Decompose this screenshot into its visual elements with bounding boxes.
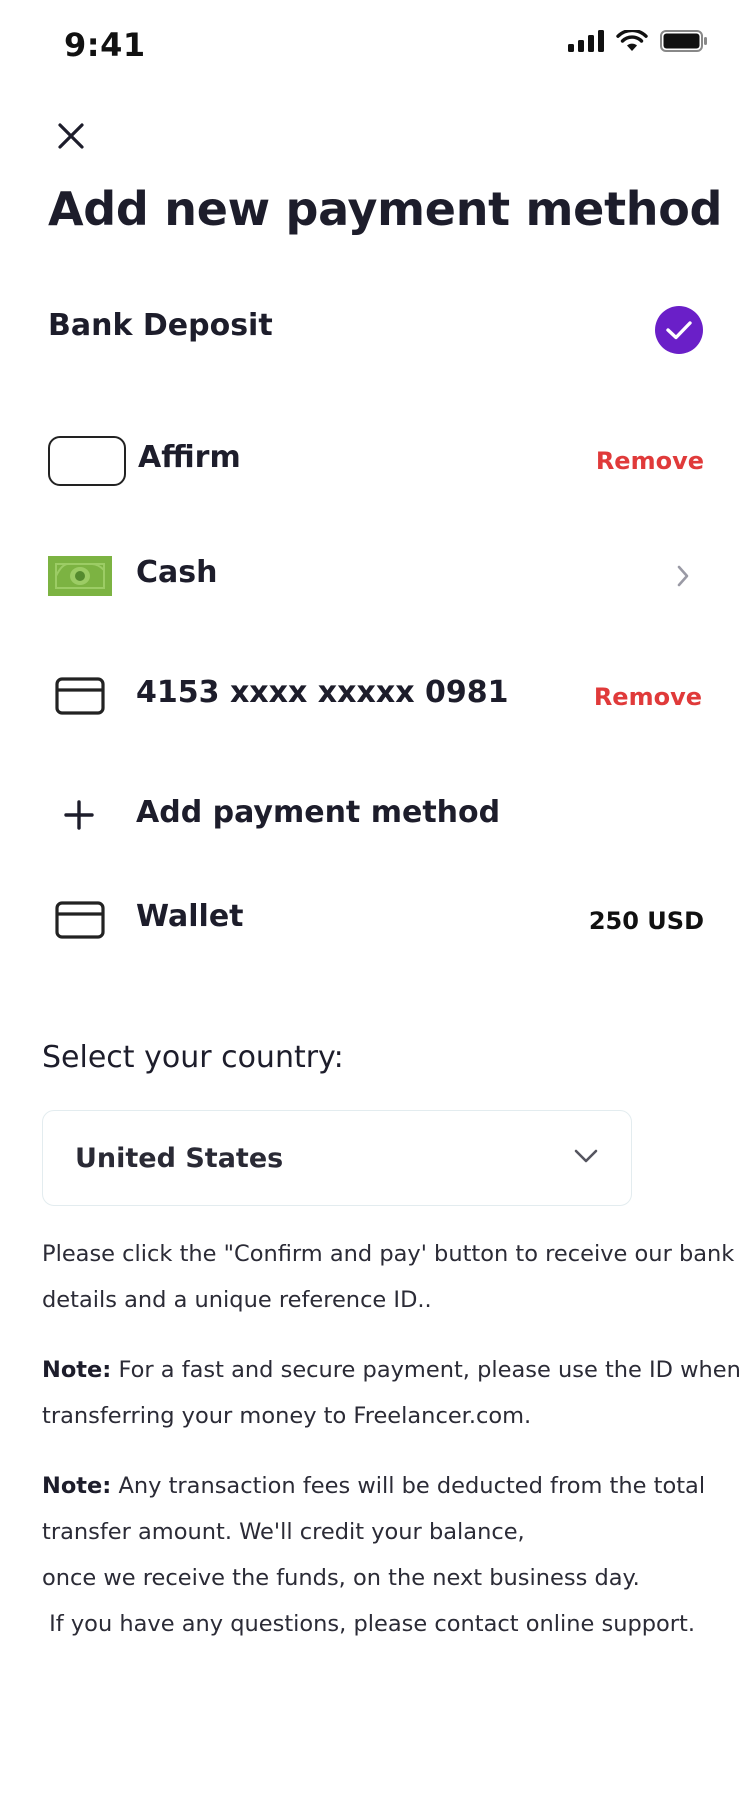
close-icon: [58, 123, 84, 149]
note-label-2: Note:: [42, 1473, 112, 1499]
remove-card-button[interactable]: Remove: [594, 683, 702, 711]
wallet-card-icon: [55, 901, 105, 943]
chevron-right-icon[interactable]: [676, 564, 690, 592]
credit-card-icon: [55, 677, 105, 719]
add-payment-method-button[interactable]: Add payment method: [136, 795, 500, 830]
instructions-line-2: details and a unique reference ID..: [42, 1287, 432, 1313]
country-dropdown[interactable]: United States: [42, 1110, 632, 1206]
selected-check-icon[interactable]: [655, 306, 703, 354]
battery-icon: [660, 30, 708, 56]
chevron-down-icon: [573, 1148, 599, 1168]
note-transaction-fees: Note: Any transaction fees will be deduc…: [42, 1463, 742, 1647]
note-line-2: transferring your money to Freelancer.co…: [42, 1403, 532, 1429]
fees-line-4: If you have any questions, please contac…: [42, 1611, 696, 1637]
note-text-1: For a fast and secure payment, please us…: [111, 1357, 741, 1383]
affirm-label[interactable]: Affirm: [138, 440, 241, 475]
wifi-icon: [616, 28, 648, 56]
banknote-icon: [48, 556, 112, 600]
plus-icon[interactable]: [64, 800, 94, 834]
country-value: United States: [75, 1142, 284, 1174]
status-time: 9:41: [64, 26, 146, 64]
bank-instructions-text: Please click the "Confirm and pay' butto…: [42, 1231, 742, 1323]
fees-line-3: once we receive the funds, on the next b…: [42, 1565, 640, 1591]
cash-label[interactable]: Cash: [136, 555, 217, 590]
status-icons: [568, 28, 708, 56]
note-fast-payment: Note: For a fast and secure payment, ple…: [42, 1347, 742, 1439]
fees-line-1: Note: Any transaction fees will be deduc…: [42, 1463, 742, 1509]
page-title: Add new payment method: [48, 182, 723, 236]
wallet-balance: 250 USD: [588, 907, 704, 935]
close-button[interactable]: [50, 115, 92, 157]
affirm-logo-placeholder: [48, 436, 126, 486]
fees-line-2: transfer amount. We'll credit your balan…: [42, 1519, 525, 1545]
signal-icon: [568, 30, 604, 56]
remove-affirm-button[interactable]: Remove: [596, 447, 704, 475]
card-number-label[interactable]: 4153 xxxx xxxxx 0981: [136, 675, 508, 710]
wallet-label[interactable]: Wallet: [136, 899, 244, 934]
fees-text-1: Any transaction fees will be deducted fr…: [111, 1473, 706, 1499]
bank-deposit-label[interactable]: Bank Deposit: [48, 308, 273, 343]
note-label: Note:: [42, 1357, 112, 1383]
note-line-1: Note: For a fast and secure payment, ple…: [42, 1347, 742, 1393]
country-prompt: Select your country:: [42, 1040, 344, 1075]
instructions-line-1: Please click the "Confirm and pay' butto…: [42, 1241, 735, 1267]
